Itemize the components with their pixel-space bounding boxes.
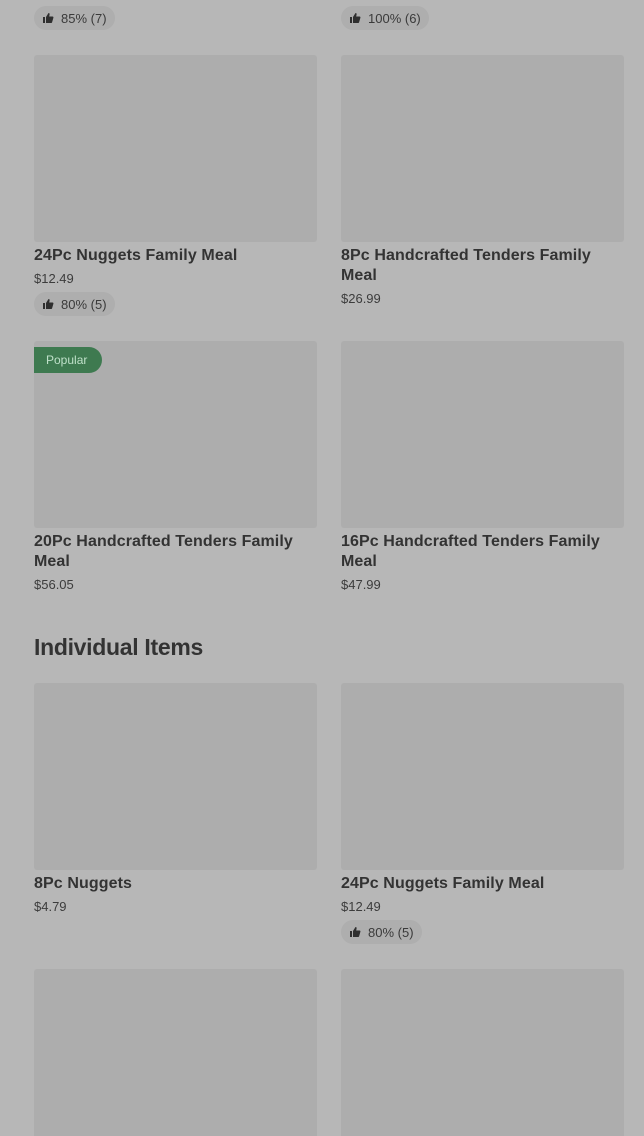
popular-tag: Popular <box>34 347 102 373</box>
item-price: $12.49 <box>341 899 381 914</box>
rating-text: 80% (5) <box>368 924 414 940</box>
item-price: $12.49 <box>34 271 74 286</box>
item-title[interactable]: 8Pc Nuggets <box>34 874 317 894</box>
item-price: $4.79 <box>34 899 67 914</box>
thumbs-up-icon <box>42 298 54 310</box>
section-title: Individual Items <box>34 634 204 660</box>
item-title[interactable]: 24Pc Nuggets Family Meal <box>34 246 317 266</box>
item-title[interactable]: 20Pc Handcrafted Tenders Family Meal <box>34 532 317 572</box>
rating-badge: 80% (5) <box>34 292 115 316</box>
item-image[interactable] <box>341 55 624 242</box>
thumbs-up-icon <box>42 12 54 24</box>
item-title[interactable]: 24Pc Nuggets Family Meal <box>341 874 624 894</box>
rating-text: 85% (7) <box>61 10 107 26</box>
item-title[interactable]: 16Pc Handcrafted Tenders Family Meal <box>341 532 624 572</box>
item-image[interactable] <box>34 969 317 1136</box>
item-price: $56.05 <box>34 577 74 592</box>
item-image[interactable] <box>34 55 317 242</box>
thumbs-up-icon <box>349 926 361 938</box>
item-image[interactable] <box>341 683 624 870</box>
rating-text: 80% (5) <box>61 296 107 312</box>
item-image[interactable] <box>34 683 317 870</box>
item-image[interactable] <box>341 341 624 528</box>
thumbs-up-icon <box>349 12 361 24</box>
rating-text: 100% (6) <box>368 10 421 26</box>
rating-badge: 80% (5) <box>341 920 422 944</box>
item-title[interactable]: 8Pc Handcrafted Tenders Family Meal <box>341 246 624 286</box>
rating-badge: 100% (6) <box>341 6 429 30</box>
rating-badge: 85% (7) <box>34 6 115 30</box>
item-price: $26.99 <box>341 291 381 306</box>
item-image[interactable] <box>341 969 624 1136</box>
item-price: $47.99 <box>341 577 381 592</box>
